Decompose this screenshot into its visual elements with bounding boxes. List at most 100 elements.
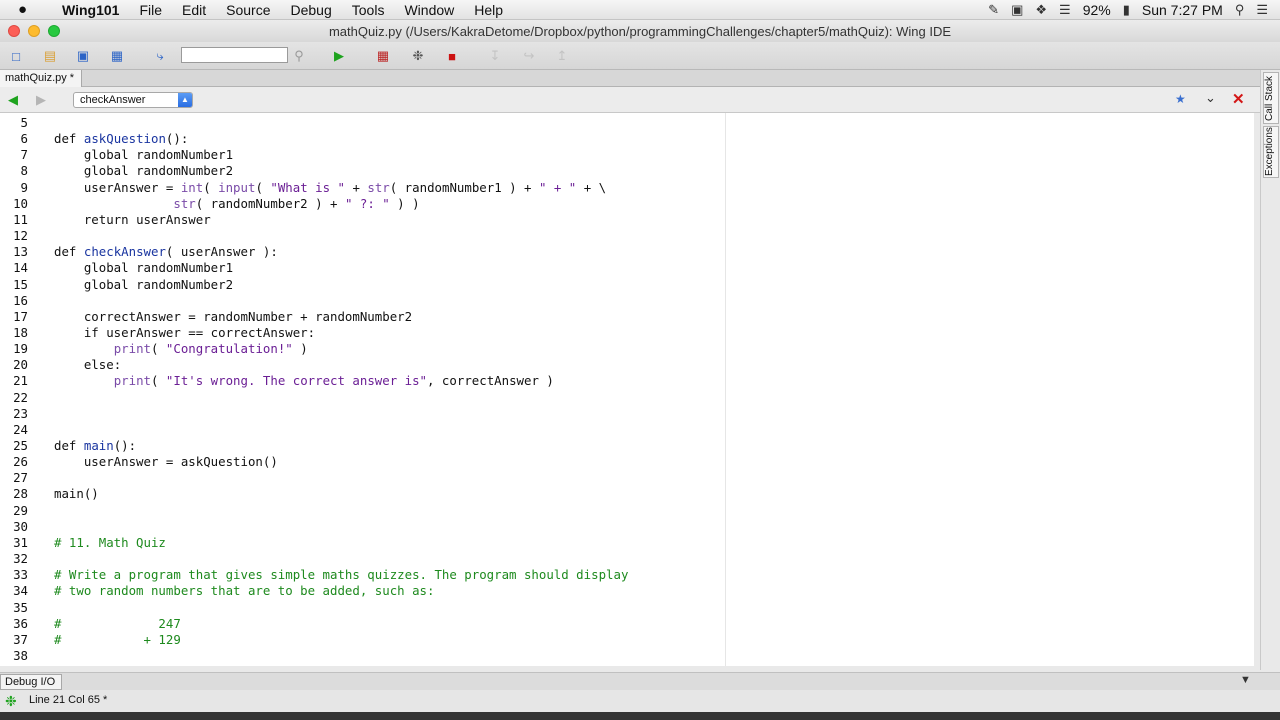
code-line[interactable]: userAnswer = askQuestion() [54,454,278,469]
line-number: 11 [13,211,28,227]
code-line[interactable]: print( "It's wrong. The correct answer i… [54,373,554,388]
step-out-icon[interactable]: ↥ [553,47,571,65]
menu-edit[interactable]: Edit [172,0,216,20]
editor-tab-bar: mathQuiz.py * [0,70,1260,87]
bottom-panel-header: Debug I/O ▼ [0,672,1280,690]
line-number: 20 [13,357,28,373]
code-line[interactable]: print( "Congratulation!" ) [54,341,308,356]
bug-icon[interactable]: ❉ [409,47,427,65]
menu-window[interactable]: Window [394,0,464,20]
dock-edge [0,712,1280,720]
code-line[interactable]: global randomNumber1 [54,147,233,162]
stop-button[interactable]: ■ [443,47,461,65]
search-icon[interactable]: ⚲ [290,47,308,65]
save-icon[interactable]: ▣ [74,47,92,65]
line-number: 15 [13,276,28,292]
battery-percent[interactable]: 92% [1083,0,1111,20]
new-file-icon[interactable]: □ [7,47,25,65]
line-number: 26 [13,454,28,470]
close-icon[interactable]: ✕ [1232,90,1245,108]
line-number: 30 [13,518,28,534]
line-number: 6 [20,131,28,147]
code-line[interactable]: else: [54,357,121,372]
search-input[interactable] [181,47,288,63]
line-number: 12 [13,228,28,244]
line-number: 29 [13,502,28,518]
open-folder-icon[interactable]: ▤ [41,47,59,65]
menu-source[interactable]: Source [216,0,280,20]
menu-help[interactable]: Help [464,0,513,20]
dropbox-icon[interactable]: ❖ [1035,0,1047,20]
code-line[interactable]: correctAnswer = randomNumber + randomNum… [54,309,412,324]
line-number: 5 [20,115,28,130]
line-number: 10 [13,195,28,211]
code-line[interactable]: # two random numbers that are to be adde… [54,583,434,598]
menu-tools[interactable]: Tools [342,0,395,20]
line-number: 22 [13,389,28,405]
line-number: 21 [13,373,28,389]
menu-app[interactable]: Wing101 [52,0,129,20]
function-selector[interactable]: checkAnswer ▲ [73,92,193,108]
spotlight-search-icon[interactable]: ⚲ [1235,0,1245,20]
tab-mathquiz[interactable]: mathQuiz.py * [0,70,82,87]
step-into-icon[interactable]: ↧ [486,47,504,65]
step-over-icon[interactable]: ↪ [520,47,538,65]
code-line[interactable]: def askQuestion(): [54,131,188,146]
code-line[interactable]: main() [54,486,99,501]
tab-call-stack[interactable]: Call Stack [1263,72,1279,124]
code-line[interactable]: if userAnswer == correctAnswer: [54,325,315,340]
code-editor[interactable]: 5 6 7 8 9 10 11 12 13 14 15 16 17 18 19 20 21 22 23 24 25 26 2… [0,113,1254,666]
save-all-icon[interactable]: ▦ [108,47,126,65]
menu-debug[interactable]: Debug [281,0,342,20]
code-line[interactable]: global randomNumber2 [54,277,233,292]
forward-arrow-icon[interactable]: ▶ [36,92,46,108]
notification-center-icon[interactable]: ☰ [1256,0,1268,20]
code-line[interactable]: # 247 [54,616,181,631]
pin-icon[interactable]: ★ [1175,92,1186,106]
menu-file[interactable]: File [129,0,172,20]
tab-debug-io[interactable]: Debug I/O [0,674,62,690]
code-line[interactable]: def checkAnswer( userAnswer ): [54,244,278,259]
wifi-icon[interactable]: ☰ [1059,0,1071,20]
line-number: 7 [20,147,28,163]
code-line[interactable]: userAnswer = int( input( "What is " + st… [54,180,606,195]
cursor-select-icon[interactable]: ⤷ [151,47,169,65]
line-number: 34 [13,583,28,599]
debug-file-icon[interactable]: ▦ [374,47,392,65]
code-line[interactable]: str( randomNumber2 ) + " ?: " ) ) [54,196,419,211]
tab-exceptions[interactable]: Exceptions [1263,126,1279,178]
line-number: 33 [13,567,28,583]
pen-icon[interactable]: ✎ [988,0,999,20]
close-window-button[interactable] [8,25,20,37]
line-number: 35 [13,599,28,615]
chevron-updown-icon: ▲ [178,93,192,107]
menubar: ● Wing101 File Edit Source Debug Tools W… [0,0,1280,20]
code-line[interactable]: global randomNumber2 [54,163,233,178]
code-line[interactable]: # 11. Math Quiz [54,535,166,550]
code-line[interactable]: # Write a program that gives simple math… [54,567,628,582]
apple-menu-icon[interactable]: ● [18,0,38,20]
camera-icon[interactable]: ▣ [1011,0,1023,20]
line-number: 23 [13,405,28,421]
code-line[interactable]: return userAnswer [54,212,211,227]
line-number: 17 [13,308,28,324]
line-number: 32 [13,551,28,567]
zoom-window-button[interactable] [48,25,60,37]
battery-icon[interactable]: ▮ [1123,0,1130,20]
line-number: 36 [13,615,28,631]
code-line[interactable]: # + 129 [54,632,181,647]
code-line[interactable]: global randomNumber1 [54,260,233,275]
chevron-down-icon[interactable]: ▼ [1240,674,1251,686]
code-line[interactable]: def main(): [54,438,136,453]
chevron-down-icon[interactable]: ⌄ [1205,90,1216,106]
window-title: mathQuiz.py (/Users/KakraDetome/Dropbox/… [328,23,952,39]
run-button[interactable]: ▶ [330,47,348,65]
line-number: 31 [13,534,28,550]
bug-icon: ❉ [5,693,17,709]
line-number: 19 [13,341,28,357]
minimize-window-button[interactable] [28,25,40,37]
edge-line [725,113,726,666]
clock[interactable]: Sun 7:27 PM [1142,0,1223,20]
cursor-position: Line 21 Col 65 * [29,694,108,706]
back-arrow-icon[interactable]: ◀ [8,92,18,108]
